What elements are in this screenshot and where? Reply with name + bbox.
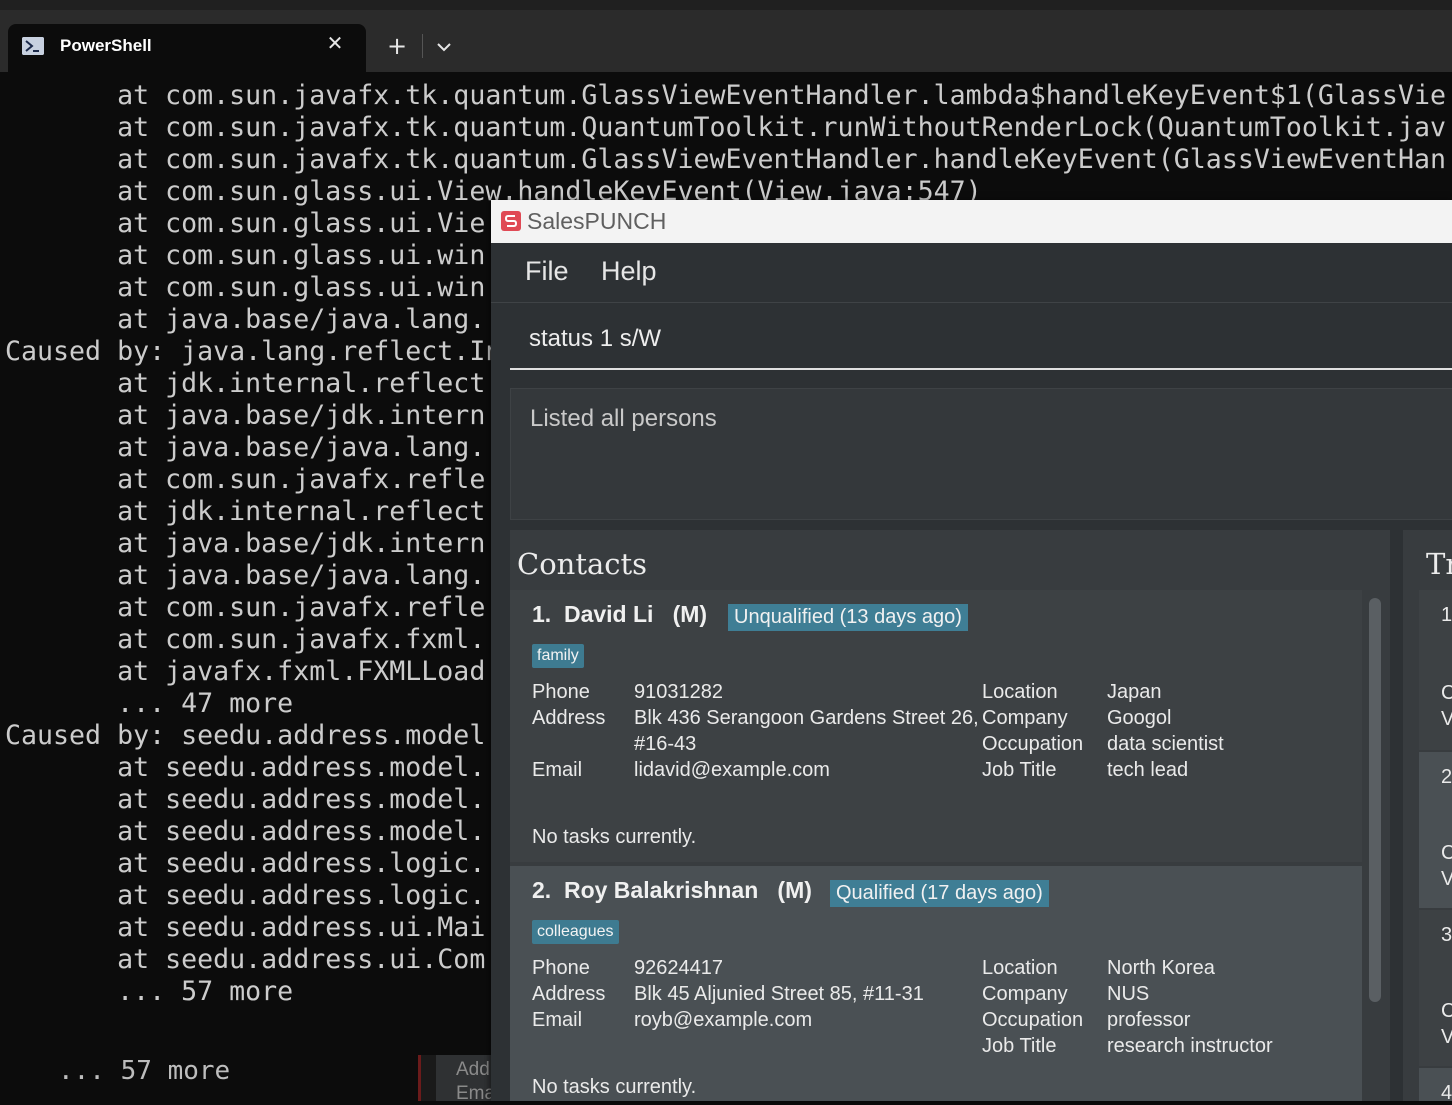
email-value: lidavid@example.com <box>634 759 830 781</box>
address-value: Blk 45 Aljunied Street 85, #11-31 <box>634 983 924 1005</box>
terminal-titlebar: PowerShell ✕ + <box>0 0 1452 72</box>
contact-card[interactable]: 2. Roy Balakrishnan (M) Qualified (17 da… <box>510 866 1362 1101</box>
contact-name: 1. David Li (M) <box>532 601 708 627</box>
status-badge: Unqualified (13 days ago) <box>728 604 968 631</box>
email-label: Email <box>532 1009 583 1031</box>
contacts-header: Contacts <box>517 547 648 581</box>
company-label: Company <box>982 707 1068 729</box>
menu-help[interactable]: Help <box>601 256 657 287</box>
email-label: Email <box>532 759 583 781</box>
occupation-value: professor <box>1107 1009 1191 1031</box>
salespunch-logo-icon <box>501 211 521 231</box>
task-number: 2 <box>1441 766 1452 788</box>
occupation-value: data scientist <box>1107 733 1224 755</box>
tab-title: PowerShell <box>60 36 152 55</box>
address-label: Address <box>532 983 606 1005</box>
phone-label: Phone <box>532 681 590 703</box>
address-value-line2: #16-43 <box>634 733 697 755</box>
task-line: C <box>1441 1000 1452 1022</box>
contacts-panel: Contacts 1. David Li (M) Unqualified (13… <box>510 530 1390 1101</box>
background-app-label-1: Add <box>456 1059 490 1080</box>
task-line: V <box>1441 1026 1452 1048</box>
new-tab-button[interactable]: + <box>383 32 411 60</box>
address-value: Blk 436 Serangoon Gardens Street 26, <box>634 707 979 729</box>
task-number: 4 <box>1441 1082 1452 1101</box>
task-number: 3 <box>1441 924 1452 946</box>
phone-value: 91031282 <box>634 681 723 703</box>
job-title-value: tech lead <box>1107 759 1189 781</box>
tasks-note: No tasks currently. <box>532 826 697 848</box>
command-input[interactable]: status 1 s/W <box>529 325 661 353</box>
occupation-label: Occupation <box>982 1009 1084 1031</box>
contact-card[interactable]: 1. David Li (M) Unqualified (13 days ago… <box>510 590 1362 862</box>
email-value: royb@example.com <box>634 1009 813 1031</box>
location-label: Location <box>982 957 1058 979</box>
menu-file[interactable]: File <box>525 256 569 287</box>
occupation-label: Occupation <box>982 733 1084 755</box>
location-label: Location <box>982 681 1058 703</box>
job-title-label: Job Title <box>982 1035 1057 1057</box>
task-card[interactable]: 3 C V <box>1419 910 1452 1066</box>
task-line: V <box>1441 708 1452 730</box>
contacts-scrollbar-thumb[interactable] <box>1369 598 1381 1002</box>
salespunch-window: SalesPUNCH File Help status 1 s/W Listed… <box>491 200 1452 1101</box>
result-message: Listed all persons <box>530 405 717 432</box>
location-value: North Korea <box>1107 957 1215 979</box>
contacts-scrollbar[interactable] <box>1367 598 1381 1101</box>
company-value: NUS <box>1107 983 1150 1005</box>
close-tab-icon[interactable]: ✕ <box>324 32 346 54</box>
app-title: SalesPUNCH <box>527 208 667 234</box>
result-display: Listed all persons <box>510 388 1452 520</box>
task-card[interactable]: 2 C V <box>1419 752 1452 908</box>
contact-name: 2. Roy Balakrishnan (M) <box>532 877 812 903</box>
chevron-down-icon[interactable] <box>431 34 457 60</box>
tasks-note: No tasks currently. <box>532 1076 697 1098</box>
phone-label: Phone <box>532 957 590 979</box>
tasks-panel: Tr 1 C V 2 C V 3 C V 4 <box>1403 530 1452 1101</box>
job-title-value: research instructor <box>1107 1035 1273 1057</box>
company-value: Googol <box>1107 707 1172 729</box>
tag-badge: colleagues <box>532 920 619 944</box>
tab-powershell[interactable]: PowerShell ✕ <box>8 24 366 72</box>
task-line: C <box>1441 682 1452 704</box>
task-card[interactable]: 1 C V <box>1419 590 1452 750</box>
terminal-top-edge <box>0 0 1452 10</box>
task-line: V <box>1441 868 1452 890</box>
command-box[interactable]: status 1 s/W <box>510 310 1452 370</box>
background-app-label-2: Ema <box>456 1083 496 1104</box>
tab-separator <box>422 34 423 58</box>
task-card[interactable]: 4 <box>1419 1068 1452 1101</box>
menu-bar: File Help <box>491 243 1452 303</box>
location-value: Japan <box>1107 681 1162 703</box>
background-terminal-line: ... 57 more <box>58 1056 231 1086</box>
powershell-icon <box>22 37 44 55</box>
task-number: 1 <box>1441 604 1452 626</box>
phone-value: 92624417 <box>634 957 723 979</box>
tasks-header: Tr <box>1426 547 1452 581</box>
address-label: Address <box>532 707 606 729</box>
company-label: Company <box>982 983 1068 1005</box>
status-badge: Qualified (17 days ago) <box>830 880 1049 907</box>
tag-badge: family <box>532 644 584 668</box>
app-titlebar[interactable]: SalesPUNCH <box>491 200 1452 243</box>
job-title-label: Job Title <box>982 759 1057 781</box>
task-line: C <box>1441 842 1452 864</box>
